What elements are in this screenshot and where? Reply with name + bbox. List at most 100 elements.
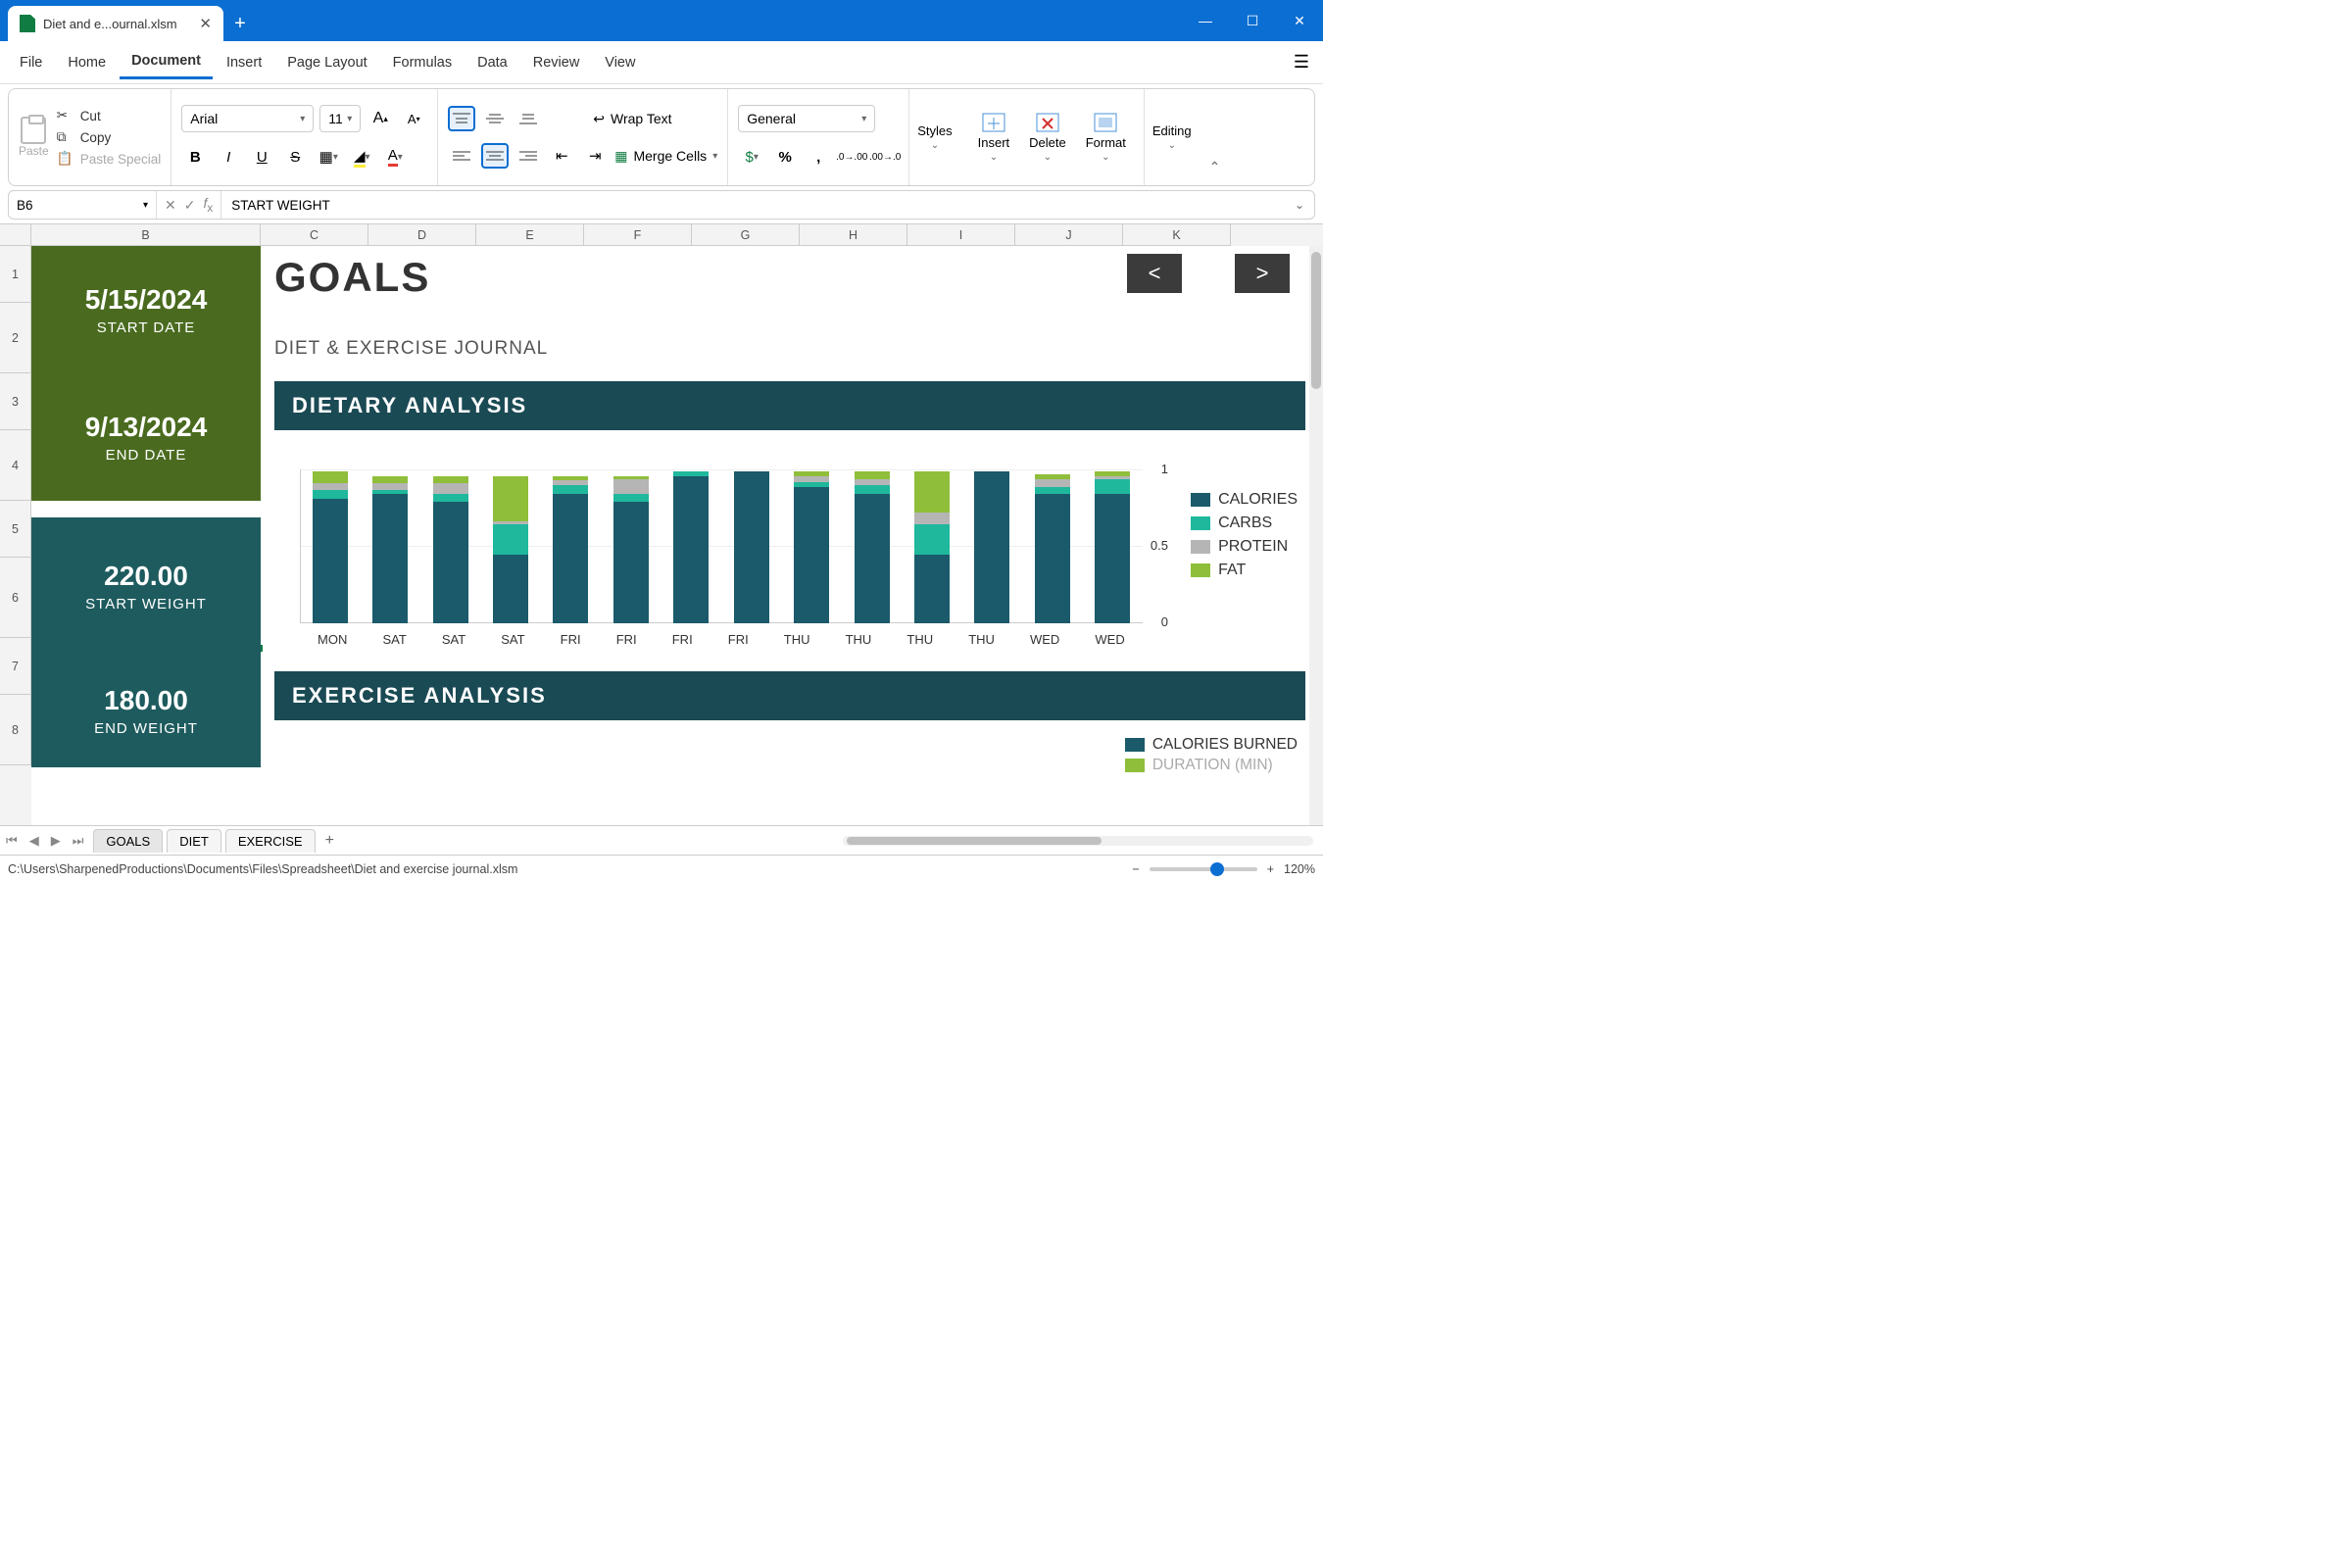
align-left-button[interactable] — [448, 143, 475, 169]
col-header-I[interactable]: I — [907, 224, 1015, 246]
tab-nav-last-icon[interactable]: ⏭ — [67, 833, 90, 849]
copy-button[interactable]: ⧉Copy — [57, 129, 162, 145]
new-tab-button[interactable]: + — [223, 6, 257, 41]
row-header-3[interactable]: 3 — [0, 373, 31, 430]
col-header-H[interactable]: H — [800, 224, 907, 246]
tab-close-icon[interactable]: ✕ — [199, 15, 212, 32]
strikethrough-button[interactable]: S — [281, 144, 309, 170]
col-header-E[interactable]: E — [476, 224, 584, 246]
menu-page-layout[interactable]: Page Layout — [275, 47, 378, 78]
x-tick-label: SAT — [501, 632, 524, 647]
window-close-button[interactable]: ✕ — [1276, 0, 1323, 41]
menu-insert[interactable]: Insert — [215, 47, 273, 78]
col-header-B[interactable]: B — [31, 224, 261, 246]
window-minimize-button[interactable]: — — [1182, 0, 1229, 41]
menu-file[interactable]: File — [8, 47, 54, 78]
col-header-C[interactable]: C — [261, 224, 368, 246]
align-center-button[interactable] — [481, 143, 509, 169]
align-right-button[interactable] — [514, 143, 542, 169]
menu-view[interactable]: View — [593, 47, 647, 78]
menu-data[interactable]: Data — [466, 47, 519, 78]
cut-button[interactable]: ✂Cut — [57, 108, 162, 123]
row-header-2[interactable]: 2 — [0, 303, 31, 373]
comma-button[interactable]: , — [805, 144, 832, 170]
vertical-scrollbar[interactable] — [1309, 246, 1323, 825]
menu-home[interactable]: Home — [56, 47, 118, 78]
increase-indent-button[interactable]: ⇥ — [581, 143, 609, 169]
styles-button[interactable]: Styles⌄ — [909, 89, 959, 185]
card-label: START DATE — [31, 319, 261, 336]
collapse-ribbon-button[interactable]: ⌃ — [1200, 149, 1231, 185]
row-header-5[interactable]: 5 — [0, 501, 31, 558]
row-header-8[interactable]: 8 — [0, 695, 31, 765]
col-header-J[interactable]: J — [1015, 224, 1123, 246]
col-header-G[interactable]: G — [692, 224, 800, 246]
zoom-slider[interactable] — [1150, 867, 1257, 871]
cells-group: Insert⌄ Delete⌄ Format⌄ — [960, 89, 1145, 185]
zoom-in-button[interactable]: + — [1267, 862, 1274, 876]
spreadsheet-icon — [20, 15, 35, 32]
row-header-7[interactable]: 7 — [0, 638, 31, 695]
number-format-select[interactable]: General▾ — [738, 105, 875, 132]
bold-button[interactable]: B — [181, 144, 209, 170]
row-header-6[interactable]: 6 — [0, 558, 31, 638]
cancel-formula-icon[interactable]: ✕ — [165, 197, 176, 214]
expand-formula-bar-icon[interactable]: ⌄ — [1285, 198, 1314, 212]
font-color-icon: A — [388, 147, 398, 167]
font-color-button[interactable]: A▾ — [381, 144, 409, 170]
decrease-indent-button[interactable]: ⇤ — [548, 143, 575, 169]
currency-button[interactable]: $▾ — [738, 144, 765, 170]
italic-button[interactable]: I — [215, 144, 242, 170]
tab-nav-prev-icon[interactable]: ◀ — [24, 833, 45, 849]
menu-formulas[interactable]: Formulas — [381, 47, 464, 78]
percent-button[interactable]: % — [771, 144, 799, 170]
borders-button[interactable]: ▦▾ — [315, 144, 342, 170]
name-box[interactable]: B6▾ — [9, 198, 156, 213]
zoom-out-button[interactable]: − — [1132, 862, 1139, 876]
sheet-tab-exercise[interactable]: EXERCISE — [225, 829, 316, 853]
card-label: START WEIGHT — [31, 596, 261, 612]
insert-button[interactable]: Insert⌄ — [970, 112, 1018, 163]
sheet-canvas[interactable]: GOALS < > DIET & EXERCISE JOURNAL DIETAR… — [31, 246, 1309, 825]
menu-review[interactable]: Review — [521, 47, 592, 78]
increase-decimal-button[interactable]: .0→.00 — [838, 144, 865, 170]
tab-nav-next-icon[interactable]: ▶ — [45, 833, 67, 849]
nav-next-button[interactable]: > — [1235, 254, 1290, 293]
increase-font-button[interactable]: A▴ — [367, 106, 394, 131]
decrease-font-button[interactable]: A▾ — [400, 106, 427, 131]
hamburger-icon[interactable]: ☰ — [1288, 46, 1315, 78]
font-size-select[interactable]: 11▾ — [319, 105, 361, 132]
fill-color-button[interactable]: ◢▾ — [348, 144, 375, 170]
sheet-tab-diet[interactable]: DIET — [167, 829, 221, 853]
select-all-corner[interactable] — [0, 224, 31, 246]
underline-button[interactable]: U — [248, 144, 275, 170]
align-middle-button[interactable] — [481, 106, 509, 131]
merge-cells-button[interactable]: ▦Merge Cells▾ — [614, 148, 717, 165]
format-button[interactable]: Format⌄ — [1078, 112, 1134, 163]
decrease-decimal-button[interactable]: .00→.0 — [871, 144, 899, 170]
nav-prev-button[interactable]: < — [1127, 254, 1182, 293]
align-top-button[interactable] — [448, 106, 475, 131]
row-header-4[interactable]: 4 — [0, 430, 31, 501]
delete-button[interactable]: Delete⌄ — [1021, 112, 1074, 163]
editing-button[interactable]: Editing⌄ — [1145, 89, 1200, 185]
copy-icon: ⧉ — [57, 129, 73, 145]
col-header-D[interactable]: D — [368, 224, 476, 246]
horizontal-scrollbar[interactable] — [843, 836, 1313, 846]
sheet-tab-goals[interactable]: GOALS — [93, 829, 163, 853]
row-header-1[interactable]: 1 — [0, 246, 31, 303]
col-header-F[interactable]: F — [584, 224, 692, 246]
tab-nav-first-icon[interactable]: ⏮ — [0, 833, 24, 849]
menu-document[interactable]: Document — [120, 45, 213, 79]
align-bottom-button[interactable] — [514, 106, 542, 131]
window-maximize-button[interactable]: ☐ — [1229, 0, 1276, 41]
formula-input[interactable]: START WEIGHT — [221, 198, 1285, 213]
col-header-K[interactable]: K — [1123, 224, 1231, 246]
accept-formula-icon[interactable]: ✓ — [184, 197, 196, 214]
fx-icon[interactable]: fx — [203, 195, 213, 215]
document-tab[interactable]: Diet and e...ournal.xlsm ✕ — [8, 6, 223, 41]
font-name-select[interactable]: Arial▾ — [181, 105, 314, 132]
add-sheet-button[interactable]: + — [316, 832, 344, 850]
paste-button[interactable]: Paste — [19, 117, 55, 158]
wrap-text-button[interactable]: ↩Wrap Text — [593, 111, 671, 127]
